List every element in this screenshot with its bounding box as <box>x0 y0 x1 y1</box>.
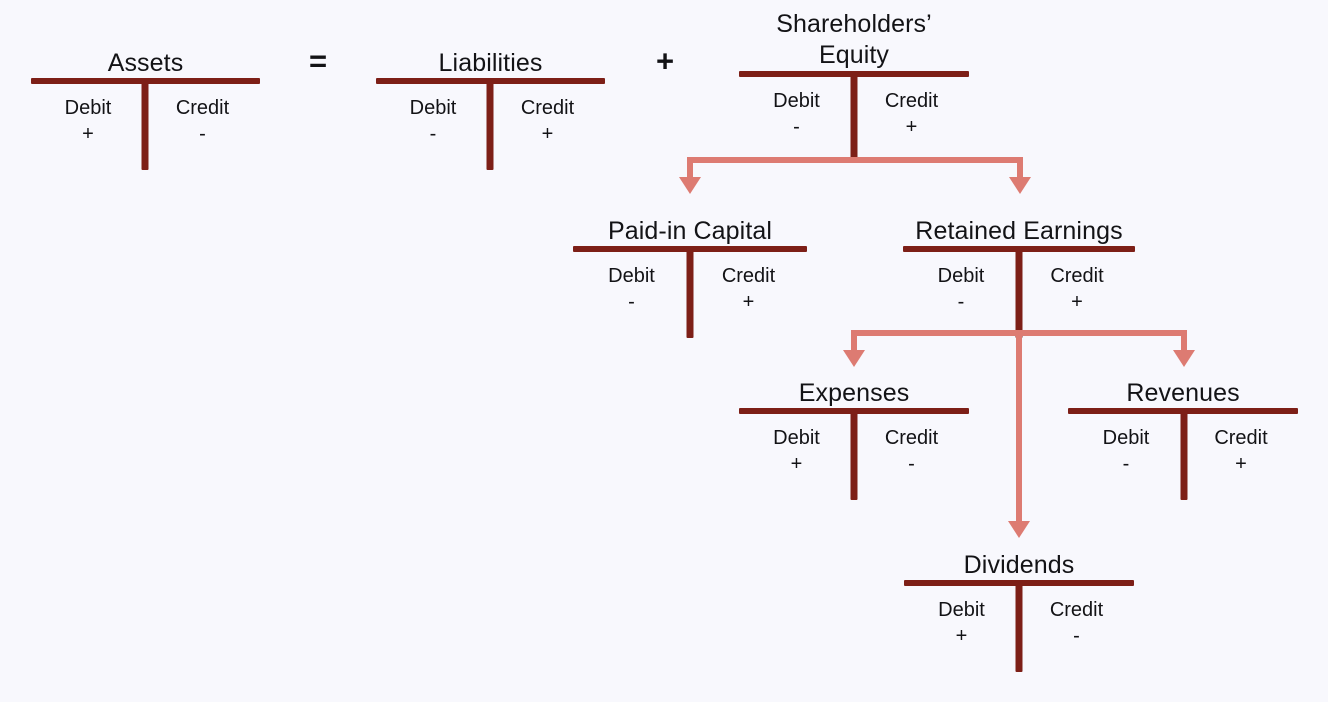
account-title-line1: Shareholders’ <box>776 10 932 38</box>
connector-equity-left-drop <box>687 157 693 179</box>
t-account-dividends: Dividends Debit + Credit - <box>904 551 1134 672</box>
credit-column-assets: Credit - <box>145 84 260 147</box>
account-title-dividends: Dividends <box>963 551 1075 579</box>
credit-column-expenses: Credit - <box>854 414 969 477</box>
credit-label-paid-in-capital: Credit <box>721 265 776 287</box>
debit-column-expenses: Debit + <box>739 414 854 477</box>
operator-equals: = <box>308 43 328 79</box>
debit-sign-retained-earnings: - <box>957 291 965 313</box>
debit-sign-revenues: - <box>1122 453 1130 475</box>
account-title-liabilities: Liabilities <box>438 49 543 77</box>
credit-label-assets: Credit <box>175 97 230 119</box>
operator-plus: + <box>655 43 675 79</box>
t-account-retained-earnings: Retained Earnings Debit - Credit + <box>903 217 1135 338</box>
t-account-assets: Assets Debit + Credit - <box>31 49 260 170</box>
credit-column-liabilities: Credit + <box>490 84 605 147</box>
debit-label-paid-in-capital: Debit <box>608 265 655 287</box>
credit-column-shareholders-equity: Credit + <box>854 77 969 140</box>
account-title-line2: Equity <box>818 41 890 69</box>
credit-sign-retained-earnings: + <box>1071 291 1083 313</box>
debit-label-dividends: Debit <box>938 599 985 621</box>
connector-retained-right-drop <box>1181 330 1187 352</box>
credit-label-liabilities: Credit <box>520 97 575 119</box>
connector-arrow-dividends <box>1008 521 1030 538</box>
credit-sign-revenues: + <box>1235 453 1247 475</box>
debit-label-retained-earnings: Debit <box>937 265 985 287</box>
account-title-retained-earnings: Retained Earnings <box>915 217 1123 245</box>
debit-column-assets: Debit + <box>31 84 145 147</box>
connector-arrow-expenses <box>843 350 865 367</box>
debit-sign-liabilities: - <box>429 123 437 145</box>
account-title-shareholders-equity: Shareholders’ Equity <box>724 9 984 71</box>
account-title-expenses: Expenses <box>798 379 910 407</box>
connector-equity-horizontal <box>687 157 1023 163</box>
credit-sign-expenses: - <box>908 453 915 475</box>
debit-sign-expenses: + <box>790 453 803 475</box>
credit-label-retained-earnings: Credit <box>1050 265 1104 287</box>
credit-sign-paid-in-capital: + <box>742 291 755 313</box>
credit-column-dividends: Credit - <box>1019 586 1134 649</box>
credit-label-expenses: Credit <box>884 427 939 449</box>
debit-column-shareholders-equity: Debit - <box>739 77 854 140</box>
credit-sign-shareholders-equity: + <box>905 116 918 138</box>
credit-sign-assets: - <box>199 123 206 145</box>
debit-label-liabilities: Debit <box>409 97 457 119</box>
debit-column-paid-in-capital: Debit - <box>573 252 690 315</box>
debit-sign-paid-in-capital: - <box>628 291 635 313</box>
credit-label-shareholders-equity: Credit <box>884 90 939 112</box>
debit-label-assets: Debit <box>64 97 112 119</box>
account-title-paid-in-capital: Paid-in Capital <box>607 217 773 245</box>
connector-retained-left-drop <box>851 330 857 352</box>
t-account-paid-in-capital: Paid-in Capital Debit - Credit + <box>573 217 807 338</box>
t-account-expenses: Expenses Debit + Credit - <box>739 379 969 500</box>
credit-sign-dividends: - <box>1073 625 1080 647</box>
debit-sign-dividends: + <box>955 625 968 647</box>
t-account-liabilities: Liabilities Debit - Credit + <box>376 49 605 170</box>
account-title-assets: Assets <box>107 49 184 77</box>
debit-label-revenues: Debit <box>1102 427 1150 449</box>
debit-label-shareholders-equity: Debit <box>773 90 820 112</box>
connector-equity-right-drop <box>1017 157 1023 179</box>
credit-sign-liabilities: + <box>541 123 554 145</box>
t-account-revenues: Revenues Debit - Credit + <box>1068 379 1298 500</box>
connector-arrow-paid-in-capital <box>679 177 701 194</box>
connector-retained-center-drop <box>1016 330 1022 523</box>
credit-label-revenues: Credit <box>1214 427 1268 449</box>
connector-arrow-retained-earnings <box>1009 177 1031 194</box>
diagram-canvas: Assets Debit + Credit - = Liabilities De… <box>0 0 1328 702</box>
debit-sign-shareholders-equity: - <box>793 116 800 138</box>
account-title-revenues: Revenues <box>1126 379 1240 407</box>
debit-sign-assets: + <box>82 123 94 145</box>
debit-column-revenues: Debit - <box>1068 414 1184 477</box>
debit-label-expenses: Debit <box>773 427 820 449</box>
connector-arrow-revenues <box>1173 350 1195 367</box>
credit-column-paid-in-capital: Credit + <box>690 252 807 315</box>
credit-label-dividends: Credit <box>1049 599 1104 621</box>
credit-column-retained-earnings: Credit + <box>1019 252 1135 315</box>
credit-column-revenues: Credit + <box>1184 414 1298 477</box>
debit-column-liabilities: Debit - <box>376 84 490 147</box>
debit-column-retained-earnings: Debit - <box>903 252 1019 315</box>
debit-column-dividends: Debit + <box>904 586 1019 649</box>
t-account-shareholders-equity: Shareholders’ Equity Debit - Credit + <box>739 10 969 163</box>
